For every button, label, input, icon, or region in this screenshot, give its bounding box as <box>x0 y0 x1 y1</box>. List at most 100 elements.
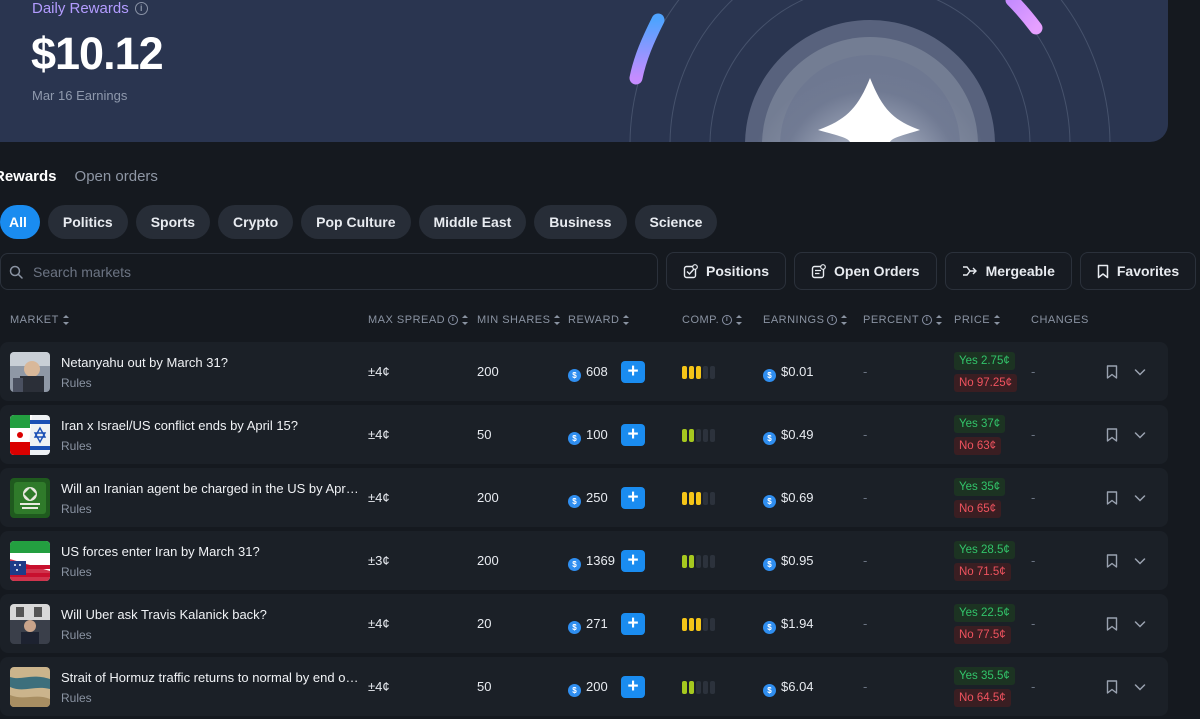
add-order-button[interactable]: + <box>621 676 645 698</box>
category-pop-culture[interactable]: Pop Culture <box>301 205 411 239</box>
search-markets-input[interactable]: Search markets <box>0 253 658 290</box>
col-min-shares[interactable]: MIN SHARES <box>477 314 561 326</box>
competition-meter <box>682 429 715 442</box>
sort-icon <box>553 315 561 325</box>
usdc-coin-icon: $ <box>568 621 581 634</box>
no-price-badge[interactable]: No 65¢ <box>954 500 1002 518</box>
yes-price-badge[interactable]: Yes 35¢ <box>954 478 1006 496</box>
rules-link[interactable]: Rules <box>61 502 92 516</box>
reward-cell: $100 <box>568 427 608 445</box>
meter-bar <box>696 618 701 631</box>
mergeable-button[interactable]: Mergeable <box>944 252 1072 290</box>
meter-bar <box>696 429 701 442</box>
meter-bar <box>682 492 687 505</box>
col-comp[interactable]: COMP. i <box>682 314 743 326</box>
market-title[interactable]: Strait of Hormuz traffic returns to norm… <box>61 670 361 685</box>
col-earnings-label: EARNINGS <box>763 314 825 326</box>
meter-bar <box>689 492 694 505</box>
category-all[interactable]: All <box>0 205 40 239</box>
chevron-down-icon[interactable] <box>1134 493 1146 503</box>
chevron-down-icon[interactable] <box>1134 619 1146 629</box>
market-title[interactable]: Iran x Israel/US conflict ends by April … <box>61 418 361 433</box>
bookmark-icon[interactable] <box>1106 680 1118 694</box>
table-row[interactable]: Netanyahu out by March 31? Rules ±4¢ 200… <box>0 342 1168 401</box>
no-price-badge[interactable]: No 71.5¢ <box>954 563 1011 581</box>
yes-price-badge[interactable]: Yes 22.5¢ <box>954 604 1015 622</box>
table-row[interactable]: Strait of Hormuz traffic returns to norm… <box>0 657 1168 716</box>
table-row[interactable]: US forces enter Iran by March 31? Rules … <box>0 531 1168 590</box>
chevron-down-icon[interactable] <box>1134 430 1146 440</box>
percent-value: - <box>863 427 868 442</box>
col-earnings[interactable]: EARNINGS i <box>763 314 848 326</box>
market-title[interactable]: Will an Iranian agent be charged in the … <box>61 481 361 496</box>
tab-rewards[interactable]: Rewards <box>0 168 57 185</box>
category-middle-east[interactable]: Middle East <box>418 205 527 239</box>
add-order-button[interactable]: + <box>621 487 645 509</box>
rules-link[interactable]: Rules <box>61 565 92 579</box>
col-percent[interactable]: PERCENT i <box>863 314 943 326</box>
bookmark-icon[interactable] <box>1106 491 1118 505</box>
market-thumbnail <box>10 352 50 392</box>
bookmark-icon[interactable] <box>1106 554 1118 568</box>
favorites-button[interactable]: Favorites <box>1079 252 1197 290</box>
col-reward[interactable]: REWARD <box>568 314 630 326</box>
earnings-value: $0.69 <box>781 490 814 505</box>
col-price[interactable]: PRICE <box>954 314 1001 326</box>
col-max-spread[interactable]: MAX SPREAD i <box>368 314 469 326</box>
info-icon[interactable]: i <box>134 2 148 15</box>
add-order-button[interactable]: + <box>621 550 645 572</box>
yes-price-badge[interactable]: Yes 37¢ <box>954 415 1006 433</box>
market-title[interactable]: US forces enter Iran by March 31? <box>61 544 361 559</box>
market-title[interactable]: Will Uber ask Travis Kalanick back? <box>61 607 361 622</box>
chevron-down-icon[interactable] <box>1134 682 1146 692</box>
market-title[interactable]: Netanyahu out by March 31? <box>61 355 361 370</box>
meter-bar <box>682 555 687 568</box>
category-politics[interactable]: Politics <box>47 205 128 239</box>
chevron-down-icon[interactable] <box>1134 556 1146 566</box>
mergeable-label: Mergeable <box>985 263 1055 279</box>
rules-link[interactable]: Rules <box>61 691 92 705</box>
rules-link[interactable]: Rules <box>61 376 92 390</box>
category-crypto[interactable]: Crypto <box>218 205 294 239</box>
add-order-button[interactable]: + <box>621 424 645 446</box>
competition-meter <box>682 492 715 505</box>
sort-icon <box>62 315 70 325</box>
table-row[interactable]: Iran x Israel/US conflict ends by April … <box>0 405 1168 464</box>
bookmark-icon[interactable] <box>1106 365 1118 379</box>
bookmark-icon[interactable] <box>1106 617 1118 631</box>
meter-bar <box>703 429 708 442</box>
no-price-badge[interactable]: No 64.5¢ <box>954 689 1011 707</box>
add-order-button[interactable]: + <box>621 361 645 383</box>
meter-bar <box>703 366 708 379</box>
daily-rewards-label-wrap: Daily Rewards i <box>32 0 148 17</box>
bookmark-icon[interactable] <box>1106 428 1118 442</box>
yes-price-badge[interactable]: Yes 35.5¢ <box>954 667 1015 685</box>
tab-open-orders[interactable]: Open orders <box>75 168 158 185</box>
category-science[interactable]: Science <box>634 205 718 239</box>
favorites-label: Favorites <box>1116 263 1180 279</box>
col-changes: CHANGES <box>1031 314 1089 326</box>
table-row[interactable]: Will an Iranian agent be charged in the … <box>0 468 1168 527</box>
table-row[interactable]: Will Uber ask Travis Kalanick back? Rule… <box>0 594 1168 653</box>
meter-bar <box>682 429 687 442</box>
earnings-cell: $ $6.04 <box>763 679 814 697</box>
no-price-badge[interactable]: No 63¢ <box>954 437 1002 455</box>
category-business[interactable]: Business <box>534 205 627 239</box>
col-market[interactable]: MARKET <box>10 314 70 326</box>
positions-button[interactable]: Positions <box>666 252 787 290</box>
max-spread-value: ±4¢ <box>368 427 390 442</box>
chevron-down-icon[interactable] <box>1134 367 1146 377</box>
add-order-button[interactable]: + <box>621 613 645 635</box>
percent-value: - <box>863 553 868 568</box>
rewards-tabs: Rewards Open orders <box>0 168 158 185</box>
open-orders-button[interactable]: Open Orders <box>794 252 937 290</box>
rules-link[interactable]: Rules <box>61 628 92 642</box>
competition-meter <box>682 555 715 568</box>
no-price-badge[interactable]: No 77.5¢ <box>954 626 1011 644</box>
yes-price-badge[interactable]: Yes 2.75¢ <box>954 352 1015 370</box>
yes-price-badge[interactable]: Yes 28.5¢ <box>954 541 1015 559</box>
no-price-badge[interactable]: No 97.25¢ <box>954 374 1018 392</box>
rules-link[interactable]: Rules <box>61 439 92 453</box>
category-sports[interactable]: Sports <box>135 205 211 239</box>
sort-icon <box>935 315 943 325</box>
